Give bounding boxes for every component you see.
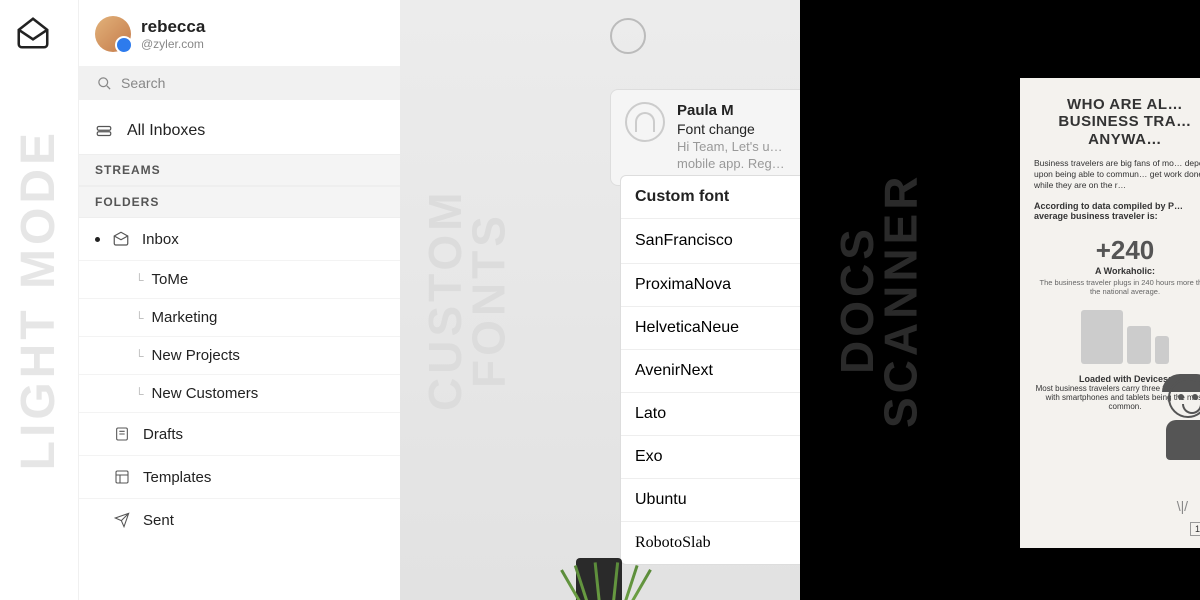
panel-label: CUSTOM FONTS [424,150,511,450]
doc-according: According to data compiled by P… average… [1034,201,1200,221]
inbox-stack-icon [95,122,113,140]
inbox-icon [112,230,130,248]
font-option[interactable]: Ubuntu [621,479,800,522]
panel-docs-scanner: DOCS SCANNER WHO ARE AL… BUSINESS TRA… A… [800,0,1200,600]
message-avatar-icon [625,102,665,142]
app-logo [14,14,52,57]
person-illustration [1160,378,1200,460]
folder-sent[interactable]: Sent [79,499,400,541]
font-option[interactable]: Exo [621,436,800,479]
font-option[interactable]: ProximaNova [621,264,800,307]
message-card[interactable]: Paula M Font change Hi Team, Let's u… mo… [610,89,800,186]
plant-decoration [576,558,622,600]
folder-inbox[interactable]: Inbox [79,218,400,261]
rays-decoration: \ | / [1177,498,1186,514]
subfolder-tome[interactable]: ToMe [79,261,400,299]
stat-number: +240 [1034,235,1200,266]
subfolder-new-customers[interactable]: New Customers [79,375,400,413]
folder-inbox-label: Inbox [142,231,179,248]
search-icon [95,74,113,92]
panel-custom-fonts: CUSTOM FONTS Paula M Font change Hi Team… [400,0,800,600]
templates-icon [113,468,131,486]
avatar-placeholder-icon [610,18,646,54]
message-sender: Paula M [677,102,800,119]
font-list-header: Custom font [621,176,800,219]
tablet-icon [1081,310,1123,364]
font-option[interactable]: HelveticaNeue [621,307,800,350]
avatar [95,16,131,52]
drafts-label: Drafts [143,426,183,443]
font-list: Custom font SanFrancisco✓ ProximaNova He… [620,175,800,565]
font-option[interactable]: Lato [621,393,800,436]
font-option[interactable]: AvenirNext [621,350,800,393]
user-header[interactable]: rebecca @zyler.com [79,12,400,62]
message-preview: Hi Team, Let's u… mobile app. Reg… [677,139,800,173]
all-inboxes-button[interactable]: All Inboxes [79,108,400,154]
panel-label: DOCS SCANNER [836,150,923,450]
panel-light-mode: LIGHT MODE rebecca @zyler.com Search All… [0,0,400,600]
doc-heading: WHO ARE AL… BUSINESS TRA… ANYWA… [1034,96,1200,148]
section-folders[interactable]: FOLDERS [79,186,400,218]
doc-paragraph: Business travelers are big fans of mo… d… [1034,158,1200,191]
scanned-document[interactable]: WHO ARE AL… BUSINESS TRA… ANYWA… Busines… [1020,78,1200,548]
sidebar: rebecca @zyler.com Search All Inboxes ST… [78,0,400,600]
font-option[interactable]: RobotoSlab [621,522,800,564]
subfolder-marketing[interactable]: Marketing [79,299,400,337]
sent-label: Sent [143,512,174,529]
phone-icon [1127,326,1151,364]
subfolder-new-projects[interactable]: New Projects [79,337,400,375]
search-input[interactable]: Search [79,66,400,100]
panel-label-area: LIGHT MODE [0,0,78,600]
font-option[interactable]: SanFrancisco✓ [621,219,800,264]
doc-stat: +240 A Workaholic: The business traveler… [1034,235,1200,296]
font-name: SanFrancisco [635,232,733,250]
sent-icon [113,511,131,529]
drafts-icon [113,425,131,443]
unread-dot-icon [95,237,100,242]
section-streams[interactable]: STREAMS [79,154,400,186]
stat-label: A Workaholic: [1034,266,1200,276]
small-phone-icon [1155,336,1169,364]
message-preview-area: Paula M Font change Hi Team, Let's u… mo… [610,18,800,186]
templates-label: Templates [143,469,211,486]
panel-label: LIGHT MODE [16,129,62,470]
devices-illustration [1034,310,1200,364]
page-number: 14 [1190,522,1200,536]
user-name: rebecca [141,17,205,37]
user-handle: @zyler.com [141,37,205,51]
folder-drafts[interactable]: Drafts [79,413,400,456]
search-placeholder: Search [121,75,165,91]
folder-templates[interactable]: Templates [79,456,400,499]
stat-desc: The business traveler plugs in 240 hours… [1034,278,1200,296]
all-inboxes-label: All Inboxes [127,122,205,140]
message-subject: Font change [677,121,800,137]
